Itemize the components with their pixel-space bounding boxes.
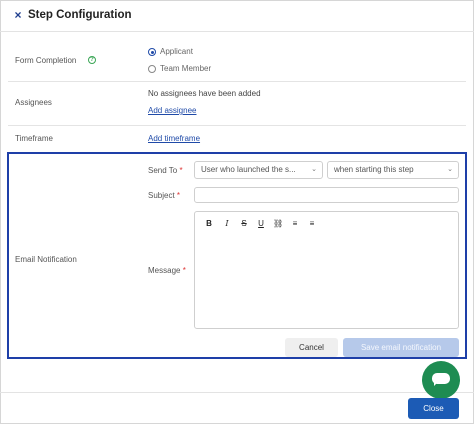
email-notification-label: Email Notification [15,255,77,264]
subject-label: Subject * [148,191,181,200]
add-timeframe-link[interactable]: Add timeframe [148,134,200,144]
form-completion-label: Form Completion [15,56,77,65]
modal-header: × Step Configuration [0,0,474,32]
close-button[interactable]: Close [408,398,459,419]
footer-divider [0,392,474,393]
underline-icon[interactable]: U [256,219,266,229]
italic-icon[interactable]: I [222,219,232,229]
team-member-radio[interactable] [148,65,156,73]
team-member-radio-label: Team Member [160,64,212,73]
strikethrough-icon[interactable]: S [239,219,249,229]
link-icon[interactable]: ⛓ [273,219,283,229]
assignees-label: Assignees [15,98,52,107]
help-icon[interactable]: ? [88,56,96,64]
divider [8,125,466,126]
add-assignee-link[interactable]: Add assignee [148,106,196,116]
ordered-list-icon[interactable]: ≡ [290,219,300,229]
cancel-button[interactable]: Cancel [285,338,338,357]
applicant-radio[interactable] [148,48,156,56]
message-editor[interactable]: B I S U ⛓ ≡ ≡ [194,211,459,329]
divider [8,81,466,82]
message-label: Message * [148,266,186,275]
chevron-down-icon: ⌄ [447,166,453,173]
applicant-radio-label: Applicant [160,47,193,56]
chevron-down-icon: ⌄ [311,166,317,173]
modal-title: Step Configuration [28,9,132,21]
bold-icon[interactable]: B [204,219,214,229]
chat-bubble-tail [434,382,438,386]
save-email-notification-button[interactable]: Save email notification [343,338,459,357]
subject-input[interactable] [194,187,459,203]
send-to-label: Send To * [148,166,183,175]
timeframe-label: Timeframe [15,134,53,143]
recipient-select[interactable]: User who launched the s... ⌄ [194,161,323,179]
timing-select[interactable]: when starting this step ⌄ [327,161,459,179]
close-icon[interactable]: × [12,8,24,22]
bullet-list-icon[interactable]: ≡ [307,219,317,229]
chat-launcher[interactable] [422,361,460,399]
assignees-empty-text: No assignees have been added [148,89,261,98]
